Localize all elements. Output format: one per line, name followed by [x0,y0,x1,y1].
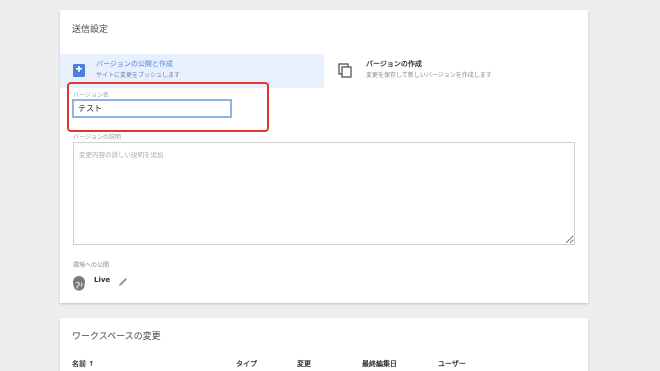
publish-and-create-subtitle: サイトに変更をプッシュします [96,72,181,79]
create-version-option[interactable]: バージョンの作成 変更を保存して新しいバージョンを作成します [324,54,588,88]
column-header-type[interactable]: タイプ [236,359,257,369]
column-header-change[interactable]: 変更 [297,359,311,369]
create-version-title: バージョンの作成 [366,60,422,68]
pencil-icon[interactable] [117,276,129,288]
version-name-input[interactable] [72,99,232,118]
version-description-label: バージョンの説明 [73,134,121,141]
publish-settings-card: 送信設定 バージョンの公開と作成 サイトに変更をプッシュします バージョンの作成… [60,10,588,303]
version-name-label: バージョン名 [73,92,109,99]
environment-name: Live [94,276,111,284]
workspace-changes-title: ワークスペースの変更 [72,332,161,342]
publish-settings-title: 送信設定 [72,25,109,35]
column-header-user[interactable]: ユーザー [438,359,466,369]
version-description-textarea[interactable] [73,142,575,245]
copy-icon [338,63,352,78]
environment-label: 環境への公開 [73,262,110,269]
publish-and-create-title: バージョンの公開と作成 [96,60,173,68]
publish-icon [73,64,85,77]
create-version-subtitle: 変更を保存して新しいバージョンを作成します [366,72,492,79]
column-header-last-edited[interactable]: 最終編集日 [362,359,397,369]
globe-icon [73,276,85,291]
workspace-changes-card: ワークスペースの変更 名前 ↑ タイプ 変更 最終編集日 ユーザー [60,318,588,371]
column-header-name[interactable]: 名前 ↑ [72,359,94,369]
